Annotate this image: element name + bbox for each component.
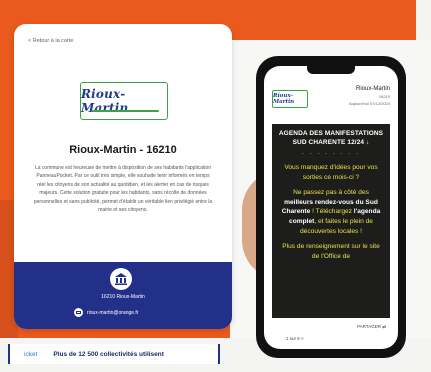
email-icon — [74, 308, 83, 317]
card-footer: 16210 Rioux-Martin rioux-martin@orange.f… — [14, 262, 232, 329]
footer-city: 16210 Rioux-Martin — [101, 294, 145, 300]
notice-text-2a: Ne passez pas à côté des — [293, 189, 369, 197]
notice-text-2b: ! Téléchargez — [310, 208, 354, 216]
city-title: Rioux-Martin - 16210 — [69, 144, 177, 156]
city-description: La commune est heureuse de mettre à disp… — [33, 165, 213, 214]
bottom-stats-bar: icket Plus de 12 500 collectivités utili… — [8, 344, 220, 364]
app-header-postcode: 16210 — [378, 94, 390, 99]
app-header-title-block: Rioux-Martin 16210 Aujourd'hui 07/12/202… — [349, 86, 390, 107]
back-to-map-link[interactable]: < Retour à la carte — [28, 38, 73, 44]
notice-text-1: Vous manquez d'idées pour vos sorties ce… — [284, 164, 378, 181]
footer-email[interactable]: rioux-martin@orange.fr — [87, 310, 138, 316]
bottom-bar-text: Plus de 12 500 collectivités utilisent — [53, 350, 164, 358]
footer-email-row[interactable]: rioux-martin@orange.fr — [74, 308, 138, 317]
notice-text-3: Plus de renseignement sur le site de l'O… — [282, 243, 380, 260]
city-logo: Rioux-Martin — [80, 82, 168, 120]
notice-panel[interactable]: AGENDA DES MANIFESTATIONS SUD CHARENTE 1… — [272, 124, 390, 318]
phone-screen: Rioux-Martin Rioux-Martin 16210 Aujourd'… — [264, 66, 398, 349]
app-header-date: Aujourd'hui 07/12/2024 — [348, 101, 390, 106]
pagination-control[interactable]: 1 sur 5 > — [286, 336, 304, 341]
notice-title: AGENDA DES MANIFESTATIONS SUD CHARENTE 1… — [278, 130, 384, 146]
notice-divider: - - - - - - - - — [302, 151, 360, 157]
share-button[interactable]: PARTAGER ⇄ — [357, 324, 386, 330]
phone-notch — [307, 66, 355, 74]
bottom-bar-prefix: icket — [24, 350, 38, 358]
town-hall-icon — [110, 268, 132, 290]
app-footer: 1 sur 5 > PARTAGER ⇄ — [264, 322, 398, 349]
app-city-logo: Rioux-Martin — [272, 90, 308, 108]
city-info-card: < Retour à la carte Rioux-Martin Rioux-M… — [14, 24, 232, 329]
app-header: Rioux-Martin Rioux-Martin 16210 Aujourd'… — [264, 80, 398, 124]
logo-swoosh — [91, 110, 159, 112]
town-hall-icon-shape — [115, 273, 127, 285]
app-header-title: Rioux-Martin — [355, 86, 390, 92]
notice-text-2: Ne passez pas à côté des meilleurs rende… — [278, 188, 384, 236]
